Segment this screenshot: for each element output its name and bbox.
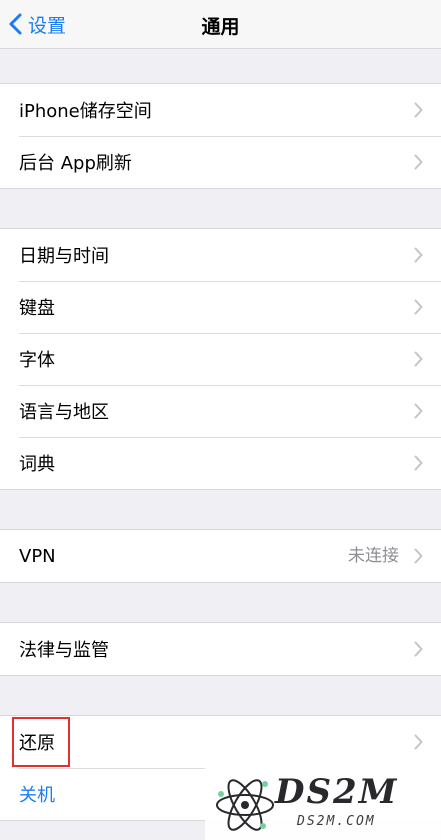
row-label: iPhone储存空间 [19, 101, 152, 122]
row-label: 语言与地区 [19, 402, 109, 423]
chevron-right-icon [414, 455, 423, 471]
settings-group-vpn: VPN 未连接 [0, 529, 441, 583]
row-label: 字体 [19, 350, 55, 371]
chevron-right-icon [414, 299, 423, 315]
watermark-url: DS2M.COM [297, 814, 376, 829]
atom-logo-icon [216, 779, 274, 831]
highlight-box [12, 717, 70, 767]
row-label: 后台 App刷新 [19, 153, 132, 174]
row-background-app-refresh[interactable]: 后台 App刷新 [0, 136, 441, 188]
row-keyboard[interactable]: 键盘 [0, 281, 441, 333]
row-label: 关机 [19, 785, 55, 806]
row-dictionary[interactable]: 词典 [0, 437, 441, 489]
settings-group-locale: 日期与时间 键盘 字体 语言与地区 词典 [0, 228, 441, 490]
chevron-right-icon [414, 641, 423, 657]
page-title: 通用 [201, 16, 240, 38]
vpn-status: 未连接 [348, 546, 399, 566]
chevron-right-icon [414, 734, 423, 750]
chevron-right-icon [414, 102, 423, 118]
row-label: 日期与时间 [19, 246, 109, 267]
row-iphone-storage[interactable]: iPhone储存空间 [0, 84, 441, 136]
watermark-logo-text: DS2M [275, 772, 399, 812]
settings-group-legal: 法律与监管 [0, 622, 441, 676]
chevron-right-icon [414, 247, 423, 263]
chevron-right-icon [414, 548, 423, 564]
navigation-bar: 设置 通用 [0, 0, 441, 49]
row-label: 键盘 [19, 298, 55, 319]
row-label: 法律与监管 [19, 640, 109, 661]
watermark: DS2M DS2M.COM [205, 768, 441, 840]
row-vpn[interactable]: VPN 未连接 [0, 530, 441, 582]
row-legal-regulatory[interactable]: 法律与监管 [0, 623, 441, 675]
row-label: 词典 [19, 454, 55, 475]
chevron-right-icon [414, 351, 423, 367]
chevron-right-icon [414, 403, 423, 419]
row-fonts[interactable]: 字体 [0, 333, 441, 385]
row-date-time[interactable]: 日期与时间 [0, 229, 441, 281]
settings-group-storage: iPhone储存空间 后台 App刷新 [0, 83, 441, 189]
chevron-right-icon [414, 154, 423, 170]
row-language-region[interactable]: 语言与地区 [0, 385, 441, 437]
row-label: VPN [19, 545, 56, 567]
